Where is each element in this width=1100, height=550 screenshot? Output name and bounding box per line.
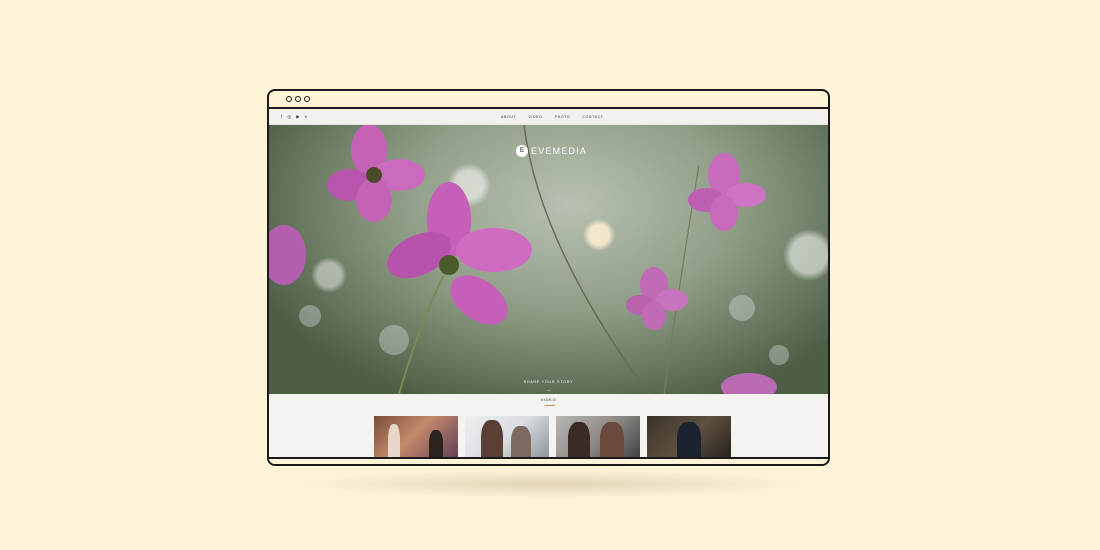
top-navigation: f ◎ ▶ v ABOUT VIDEO PHOTO CONTACT (269, 109, 828, 125)
close-dot-icon[interactable] (286, 96, 292, 102)
flower-illustration (269, 124, 777, 394)
large-flower (387, 181, 532, 325)
menu-item-video[interactable]: VIDEO (528, 114, 542, 120)
browser-bottom-bar (269, 457, 828, 464)
person-figure (568, 421, 590, 459)
video-section: VIDEO (269, 393, 828, 459)
scroll-down-icon[interactable]: ⌄ (547, 387, 550, 392)
maximize-dot-icon[interactable] (304, 96, 310, 102)
logo-mark-icon: E (516, 144, 528, 157)
vimeo-icon[interactable]: v (305, 114, 307, 120)
web-page: f ◎ ▶ v ABOUT VIDEO PHOTO CONTACT E EVEM… (269, 109, 828, 459)
person-figure (511, 425, 531, 459)
person-figure (481, 419, 503, 459)
main-menu: ABOUT VIDEO PHOTO CONTACT (501, 114, 604, 120)
logo-text: EVEMEDIA (531, 145, 588, 156)
site-logo[interactable]: E EVEMEDIA (516, 144, 588, 157)
browser-window: f ◎ ▶ v ABOUT VIDEO PHOTO CONTACT E EVEM… (267, 89, 830, 466)
menu-item-photo[interactable]: PHOTO (555, 114, 571, 120)
window-controls (286, 96, 310, 102)
video-thumbnail[interactable] (647, 415, 731, 459)
video-thumbnails (374, 415, 731, 459)
browser-titlebar (269, 91, 828, 109)
person-figure (388, 423, 400, 459)
video-thumbnail[interactable] (374, 415, 458, 459)
hero-image: E EVEMEDIA SHARE YOUR STORY ⌄ (269, 124, 828, 394)
hero-tagline: SHARE YOUR STORY (523, 379, 574, 384)
social-links: f ◎ ▶ v (281, 114, 307, 120)
youtube-icon[interactable]: ▶ (296, 114, 299, 120)
top-left-flower (327, 124, 425, 222)
menu-item-about[interactable]: ABOUT (501, 114, 516, 120)
piano-figure (429, 429, 443, 459)
person-figure (600, 421, 624, 459)
instagram-icon[interactable]: ◎ (287, 114, 291, 120)
video-thumbnail[interactable] (556, 415, 640, 459)
minimize-dot-icon[interactable] (295, 96, 301, 102)
right-flower (688, 152, 766, 231)
facebook-icon[interactable]: f (281, 114, 282, 120)
lower-right-flower (626, 266, 688, 330)
menu-item-contact[interactable]: CONTACT (582, 114, 603, 120)
person-figure (677, 421, 701, 459)
section-underline (545, 404, 555, 406)
section-title: VIDEO (540, 397, 557, 402)
browser-shadow (292, 470, 812, 498)
video-thumbnail[interactable] (465, 415, 549, 459)
